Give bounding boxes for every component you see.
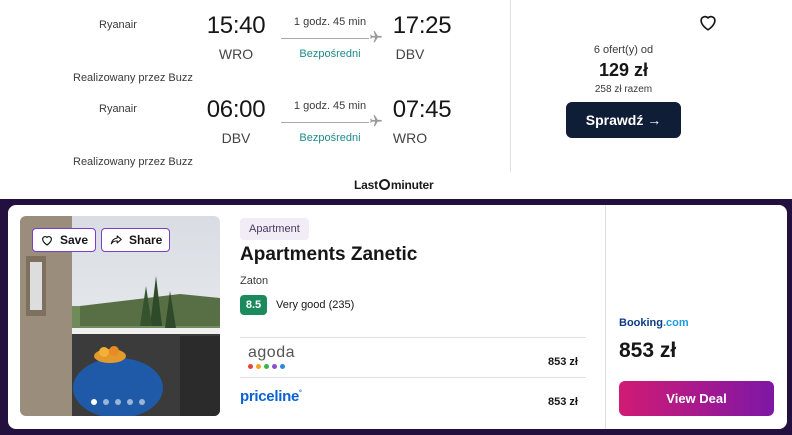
airline-name: Ryanair — [99, 19, 137, 31]
hotel-photo[interactable]: Save Share — [20, 216, 220, 416]
arrival-airport-code: DBV — [395, 46, 425, 62]
flight-leg-outbound: Ryanair 15:40 WRO 1 godz. 45 min Bezpośr… — [0, 0, 510, 84]
heart-icon — [42, 236, 52, 246]
operated-by-label: Realizowany przez Buzz — [73, 156, 193, 168]
card-divider — [510, 0, 511, 172]
logo-text-end: minuter — [390, 178, 434, 192]
view-deal-button[interactable]: View Deal — [619, 381, 774, 416]
row-divider — [240, 337, 586, 338]
arrival-time: 07:45 — [392, 96, 452, 123]
stops-label: Bezpośredni — [299, 132, 361, 144]
rating-text: Very good (235) — [276, 299, 355, 311]
airplane-icon — [370, 115, 382, 127]
save-label: Save — [60, 233, 89, 247]
share-icon — [110, 235, 122, 245]
stops-label: Bezpośredni — [299, 48, 361, 60]
hotel-name[interactable]: Apartments Zanetic — [240, 244, 417, 266]
booking-logo-text: Booking — [619, 317, 663, 329]
route-line — [281, 122, 369, 123]
flight-duration: 1 godz. 45 min — [293, 100, 367, 112]
booking-com-logo: Booking.com — [619, 317, 689, 329]
clock-icon — [378, 179, 390, 190]
card-divider — [605, 205, 606, 429]
agoda-logo[interactable]: agoda — [248, 344, 295, 369]
carousel-dot[interactable] — [103, 399, 109, 405]
carousel-dot[interactable] — [115, 399, 121, 405]
arrival-airport-code: WRO — [392, 130, 428, 146]
priceline-wordmark: priceline — [240, 388, 299, 405]
lastminuter-logo[interactable]: Last minuter — [354, 178, 434, 192]
arrival-time: 17:25 — [392, 12, 452, 39]
save-button[interactable]: Save — [32, 228, 97, 252]
priceline-price[interactable]: 853 zł — [548, 396, 578, 408]
flight-duration: 1 godz. 45 min — [293, 16, 367, 28]
logo-text-start: Last — [354, 178, 378, 192]
agoda-price[interactable]: 853 zł — [548, 356, 578, 368]
offers-count: 6 ofert(y) od — [593, 44, 654, 56]
flight-card: Ryanair 15:40 WRO 1 godz. 45 min Bezpośr… — [0, 0, 792, 199]
photo-carousel-dots — [91, 399, 145, 405]
route-line — [281, 38, 369, 39]
operated-by-label: Realizowany przez Buzz — [73, 72, 193, 84]
hotel-location: Zaton — [240, 275, 269, 287]
booking-logo-suffix: .com — [663, 317, 689, 329]
departure-time: 15:40 — [206, 12, 266, 39]
carousel-dot[interactable] — [127, 399, 133, 405]
hotel-section: Save Share Apartment Apartments Zanetic … — [0, 199, 792, 435]
carousel-dot[interactable] — [139, 399, 145, 405]
agoda-wordmark: agoda — [248, 344, 295, 361]
carousel-dot[interactable] — [91, 399, 97, 405]
priceline-logo[interactable]: priceline° — [240, 388, 302, 405]
airline-name: Ryanair — [99, 103, 137, 115]
airplane-icon — [370, 31, 382, 43]
hotel-card: Save Share Apartment Apartments Zanetic … — [8, 205, 787, 429]
featured-price: 853 zł — [619, 339, 677, 362]
row-divider — [240, 377, 586, 378]
share-label: Share — [129, 233, 163, 247]
departure-airport-code: WRO — [218, 46, 254, 62]
flight-leg-return: Ryanair 06:00 DBV 1 godz. 45 min Bezpośr… — [0, 84, 510, 168]
departure-time: 06:00 — [206, 96, 266, 123]
check-button[interactable]: Sprawdź → — [566, 102, 681, 138]
share-button[interactable]: Share — [101, 228, 171, 252]
heart-icon[interactable] — [697, 11, 719, 33]
flight-price: 129 zł — [598, 60, 649, 80]
flight-total-price: 258 zł razem — [594, 84, 653, 95]
agoda-color-dots — [248, 364, 295, 369]
rating-score-badge: 8.5 — [240, 295, 267, 315]
departure-airport-code: DBV — [221, 130, 251, 146]
property-type-badge: Apartment — [240, 218, 309, 240]
